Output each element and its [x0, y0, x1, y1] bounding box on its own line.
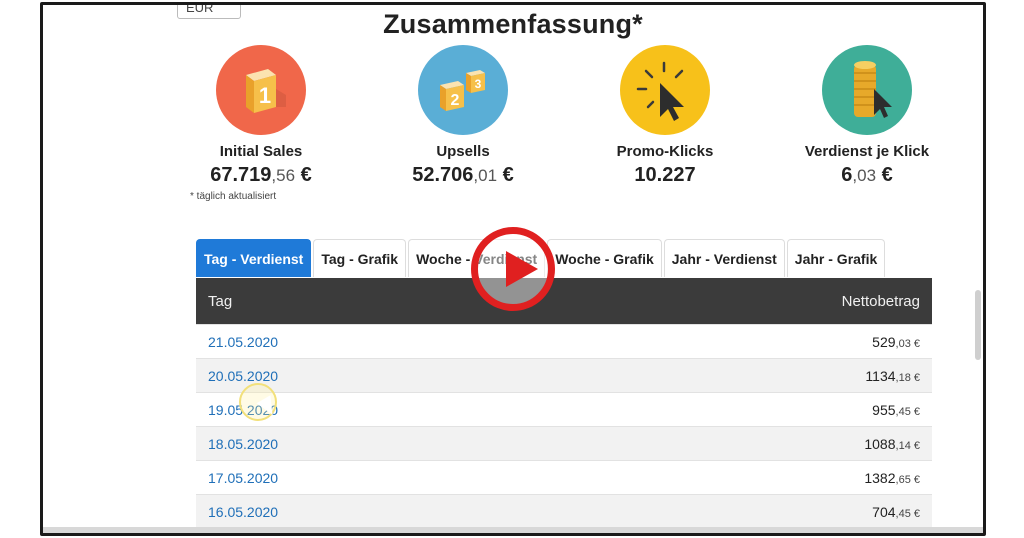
stat-value: 52.706,01 €: [412, 164, 514, 186]
table-row: 19.05.2020 955,45 €: [196, 392, 932, 426]
stat-label: Promo-Klicks: [616, 143, 714, 160]
tab-jahr-grafik[interactable]: Jahr - Grafik: [786, 239, 886, 277]
svg-text:3: 3: [475, 77, 482, 91]
stat-value: 10.227: [634, 164, 696, 186]
table-row: 17.05.2020 1382,65 €: [196, 460, 932, 494]
cube-1-icon: 1: [216, 45, 306, 135]
stat-upsells: 2 3 Upsells 52.706,01 €: [383, 45, 543, 187]
stat-label: Verdienst je Klick: [804, 143, 930, 160]
tab-tag-grafik[interactable]: Tag - Grafik: [313, 239, 407, 277]
date-link[interactable]: 20.05.2020: [208, 368, 278, 384]
video-frame: EUR Zusammenfassung* 1 Initial Sales 67.…: [40, 2, 986, 536]
stat-promo-klicks: Promo-Klicks 10.227: [585, 45, 745, 187]
date-link[interactable]: 17.05.2020: [208, 470, 278, 486]
video-progress-bar[interactable]: [43, 527, 983, 533]
amount-cell: 704,45 €: [872, 503, 920, 520]
amount-cell: 1088,14 €: [864, 435, 920, 452]
amount-cell: 955,45 €: [872, 401, 920, 418]
date-link[interactable]: 16.05.2020: [208, 504, 278, 520]
amount-cell: 1382,65 €: [864, 469, 920, 486]
column-header-tag[interactable]: Tag: [208, 293, 232, 310]
table-row: 18.05.2020 1088,14 €: [196, 426, 932, 460]
date-link[interactable]: 18.05.2020: [208, 436, 278, 452]
date-link[interactable]: 21.05.2020: [208, 334, 278, 350]
play-button-icon[interactable]: [471, 227, 555, 311]
svg-text:1: 1: [259, 83, 271, 108]
tab-tag-verdienst[interactable]: Tag - Verdienst: [196, 239, 312, 277]
table-row: 20.05.2020 1134,18 €: [196, 358, 932, 392]
stat-value: 67.719,56 €: [210, 164, 312, 186]
cursor-click-icon: [620, 45, 710, 135]
stat-verdienst-je-klick: Verdienst je Klick 6,03 €: [787, 45, 947, 187]
cubes-23-icon: 2 3: [418, 45, 508, 135]
update-footnote: * täglich aktualisiert: [190, 191, 277, 202]
stat-initial-sales: 1 Initial Sales 67.719,56 €: [181, 45, 341, 187]
amount-cell: 1134,18 €: [865, 367, 920, 384]
tab-jahr-verdienst[interactable]: Jahr - Verdienst: [663, 239, 785, 277]
page-title: Zusammenfassung*: [383, 9, 643, 39]
stat-label: Upsells: [436, 143, 490, 160]
amount-cell: 529,03 €: [872, 333, 920, 350]
stat-value: 6,03 €: [841, 164, 893, 186]
table-row: 16.05.2020 704,45 €: [196, 494, 932, 528]
tab-woche-grafik[interactable]: Woche - Grafik: [547, 239, 662, 277]
earnings-table: Tag Nettobetrag 21.05.2020 529,03 € 20.0…: [196, 278, 932, 528]
svg-text:2: 2: [451, 92, 460, 109]
stat-label: Initial Sales: [219, 143, 303, 160]
coin-stack-icon: [822, 45, 912, 135]
column-header-nettobetrag[interactable]: Nettobetrag: [842, 293, 920, 310]
table-row: 21.05.2020 529,03 €: [196, 324, 932, 358]
table-header: Tag Nettobetrag: [196, 278, 932, 324]
table-body: 21.05.2020 529,03 € 20.05.2020 1134,18 €…: [196, 324, 932, 528]
scrollbar[interactable]: [975, 290, 981, 360]
